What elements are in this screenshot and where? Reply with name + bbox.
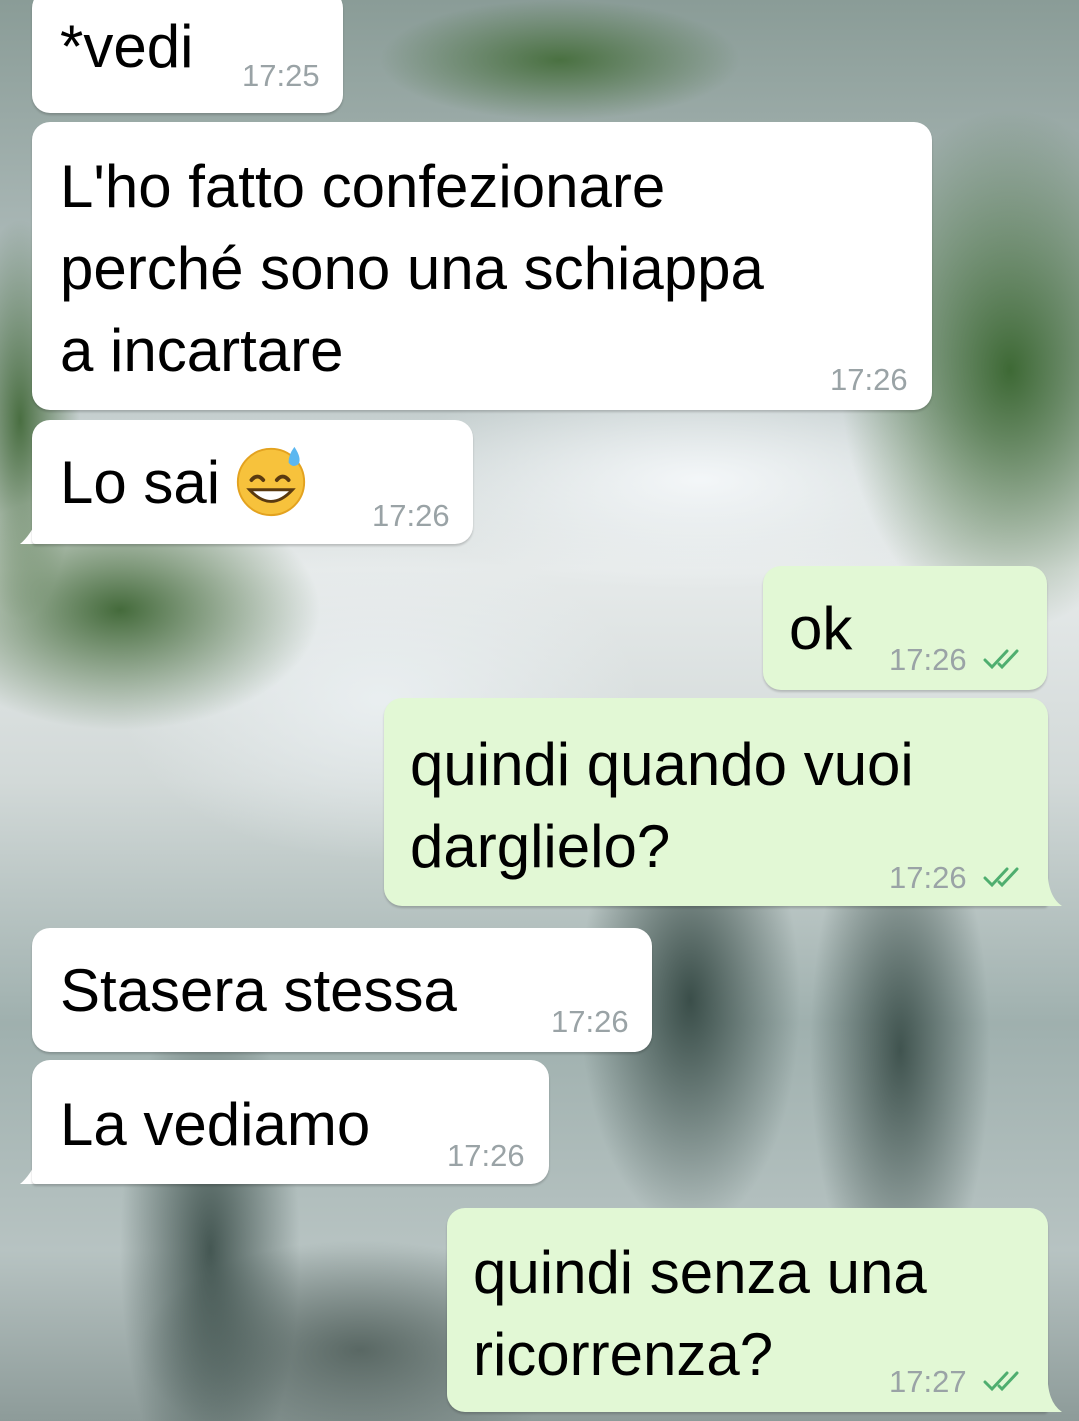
message-text: L'ho fatto confezionare perché sono una … [60,153,764,384]
message-bubble-incoming[interactable]: La vediamo 17:26 [32,1060,549,1184]
message-bubble-incoming[interactable]: L'ho fatto confezionare perché sono una … [32,122,932,410]
bubble-tail [1040,1384,1062,1412]
message-text: ok [789,595,853,662]
message-timestamp: 17:26 [372,498,450,533]
message-timestamp: 17:27 [889,1364,967,1399]
message-bubble-outgoing[interactable]: quindi quando vuoi darglielo? 17:26 [384,698,1048,906]
message-timestamp: 17:26 [830,362,908,397]
message-text: Lo sai [60,442,310,524]
message-text: *vedi [60,13,194,80]
message-text: quindi quando vuoi darglielo? [410,731,914,880]
message-bubble-outgoing[interactable]: ok 17:26 [763,566,1047,690]
message-bubble-incoming[interactable]: *vedi 17:25 [32,0,343,113]
sweat-smile-emoji [236,447,306,517]
message-timestamp: 17:26 [551,1004,629,1039]
message-bubble-outgoing[interactable]: quindi senza una ricorrenza? 17:27 [447,1208,1048,1412]
message-timestamp: 17:25 [242,58,320,93]
message-text: La vediamo [60,1091,371,1158]
message-bubble-incoming[interactable]: Stasera stessa 17:26 [32,928,652,1052]
read-receipt-icon [983,649,1019,670]
bubble-tail [1040,878,1062,906]
message-text: quindi senza una ricorrenza? [473,1239,927,1388]
message-timestamp: 17:26 [447,1138,525,1173]
message-bubble-incoming[interactable]: Lo sai 17:26 [32,420,473,544]
read-receipt-icon [983,1371,1019,1392]
message-text: Stasera stessa [60,957,457,1024]
message-timestamp: 17:26 [889,642,967,677]
read-receipt-icon [983,867,1019,888]
message-timestamp: 17:26 [889,860,967,895]
message-text-content: Lo sai [60,449,221,516]
